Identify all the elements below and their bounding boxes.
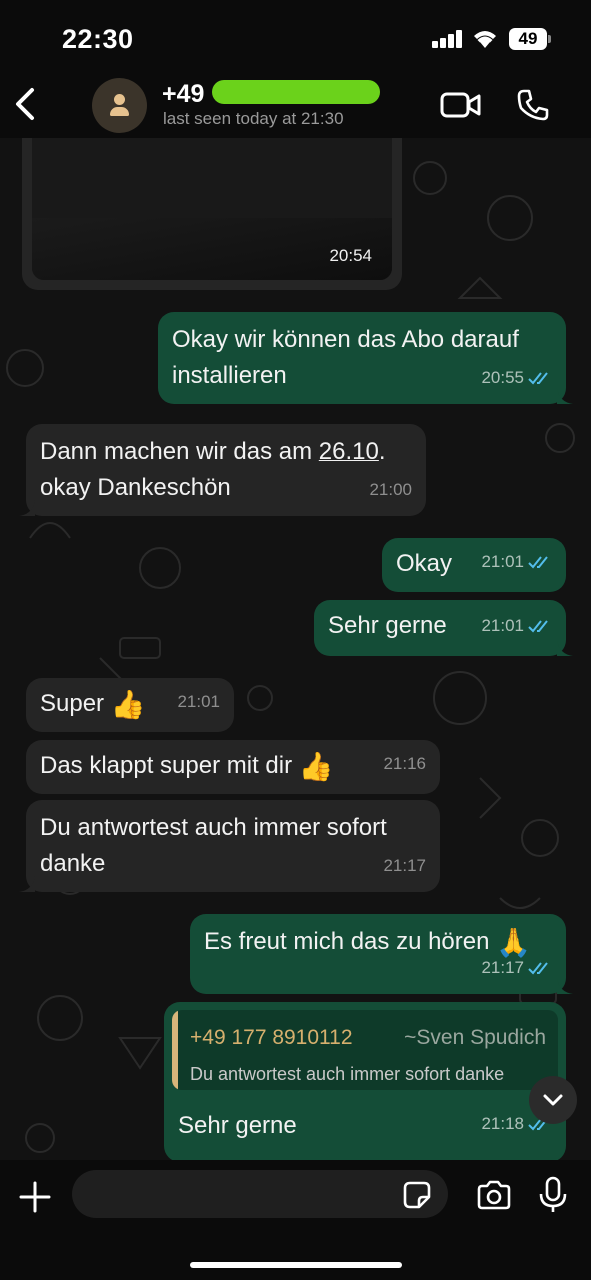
thumbs-up-emoji: 👍 <box>110 689 146 720</box>
chat-header: +49 last seen today at 21:30 <box>0 76 591 138</box>
incoming-message[interactable]: Das klappt super mit dir 👍 21:16 <box>26 740 440 794</box>
message-time: 21:18 <box>481 1114 524 1133</box>
bubble-tail <box>557 388 573 404</box>
outgoing-message[interactable]: Okay 21:01 <box>382 538 566 592</box>
bubble-tail <box>557 640 573 656</box>
bubble-tail <box>19 500 35 516</box>
thumbs-up-emoji: 👍 <box>298 751 334 782</box>
camera-icon[interactable] <box>476 1180 512 1210</box>
incoming-message[interactable]: Super 👍 21:01 <box>26 678 234 732</box>
avatar-person-icon <box>114 94 125 105</box>
scroll-to-bottom-button[interactable] <box>529 1076 577 1124</box>
message-text: Okay wir können das Abo darauf installie… <box>172 326 519 389</box>
redaction-mark <box>212 80 380 104</box>
video-call-icon[interactable] <box>440 90 482 120</box>
message-meta: 21:16 <box>383 746 426 782</box>
status-time: 22:30 <box>62 24 134 54</box>
message-time: 21:17 <box>383 856 426 875</box>
message-time: 21:16 <box>383 754 426 773</box>
message-meta: 21:01 <box>177 684 220 720</box>
message-text: danke <box>40 850 106 877</box>
message-time: 21:01 <box>481 616 524 635</box>
outgoing-reply-message[interactable]: +49 177 8910112 ~Sven Spudich Du antwort… <box>164 1002 566 1160</box>
avatar[interactable] <box>92 78 147 133</box>
message-text: Okay <box>396 550 453 577</box>
message-text: Super <box>40 690 105 717</box>
quoted-message[interactable]: +49 177 8910112 ~Sven Spudich Du antwort… <box>172 1010 558 1090</box>
message-text: . <box>378 438 386 465</box>
avatar-person-body <box>110 107 129 116</box>
bubble-tail <box>557 978 573 994</box>
message-meta: 21:17 <box>481 950 552 986</box>
message-text: Das klappt super mit dir <box>40 752 293 779</box>
outgoing-message[interactable]: Sehr gerne 21:01 <box>314 600 573 656</box>
quoted-text: Du antwortest auch immer sofort danke <box>190 1064 505 1084</box>
message-time: 20:54 <box>329 246 372 265</box>
last-seen-status: last seen today at 21:30 <box>163 109 344 128</box>
message-text: Sehr gerne <box>178 1112 297 1139</box>
wifi-icon <box>474 31 496 48</box>
incoming-message[interactable]: Dann machen wir das am 26.10. okay Danke… <box>19 424 426 516</box>
image-content-wall <box>32 138 392 218</box>
chevron-down-icon <box>543 1094 563 1106</box>
quote-accent-bar <box>172 1010 178 1090</box>
image-message[interactable]: 20:54 <box>22 138 402 290</box>
message-text: okay Dankeschön <box>40 474 231 501</box>
message-meta: 21:01 <box>481 544 552 580</box>
message-text: Sehr gerne <box>328 612 447 639</box>
message-text: Du antwortest auch immer sofort <box>40 814 387 841</box>
battery-cap <box>548 35 551 43</box>
microphone-icon[interactable] <box>538 1176 568 1214</box>
outgoing-message[interactable]: Okay wir können das Abo darauf installie… <box>158 312 573 404</box>
message-time: 21:01 <box>481 552 524 571</box>
chat-area[interactable]: 20:54 Okay wir können das Abo darauf ins… <box>0 138 591 1160</box>
message-meta: 20:55 <box>481 360 552 396</box>
message-time: 21:01 <box>177 692 220 711</box>
quoted-sender-number: +49 177 8910112 <box>190 1026 353 1049</box>
back-chevron-icon[interactable] <box>12 84 42 124</box>
read-receipt-icon <box>528 620 548 633</box>
home-indicator <box>190 1262 402 1268</box>
message-time: 21:00 <box>369 480 412 499</box>
image-thumbnail[interactable]: 20:54 <box>32 138 392 280</box>
date-link[interactable]: 26.10 <box>319 438 379 465</box>
read-receipt-icon <box>528 556 548 569</box>
message-meta: 21:01 <box>481 608 552 644</box>
incoming-message[interactable]: Du antwortest auch immer sofort danke 21… <box>19 800 440 892</box>
message-meta: 21:00 <box>369 472 412 508</box>
message-time: 21:17 <box>481 958 524 977</box>
message-time: 20:55 <box>481 368 524 387</box>
status-bar: 22:30 49 <box>0 0 591 76</box>
message-text-line: Dann machen wir das am 26.10. <box>40 434 412 470</box>
plus-icon[interactable] <box>18 1180 52 1214</box>
message-text: Dann machen wir das am <box>40 438 319 465</box>
cellular-signal-icon <box>432 30 464 48</box>
message-input[interactable] <box>72 1170 448 1218</box>
read-receipt-icon <box>528 372 548 385</box>
read-receipt-icon <box>528 962 548 975</box>
battery-icon: 49 <box>509 28 547 50</box>
bubble-tail <box>19 876 35 892</box>
sticker-icon[interactable] <box>402 1180 432 1210</box>
quoted-sender-name: ~Sven Spudich <box>404 1026 546 1049</box>
outgoing-message[interactable]: Es freut mich das zu hören 🙏 21:17 <box>190 914 573 994</box>
contact-name[interactable]: +49 <box>162 80 204 109</box>
message-text: Es freut mich das zu hören <box>204 928 490 955</box>
phone-icon[interactable] <box>516 88 550 122</box>
message-meta: 21:17 <box>383 848 426 884</box>
